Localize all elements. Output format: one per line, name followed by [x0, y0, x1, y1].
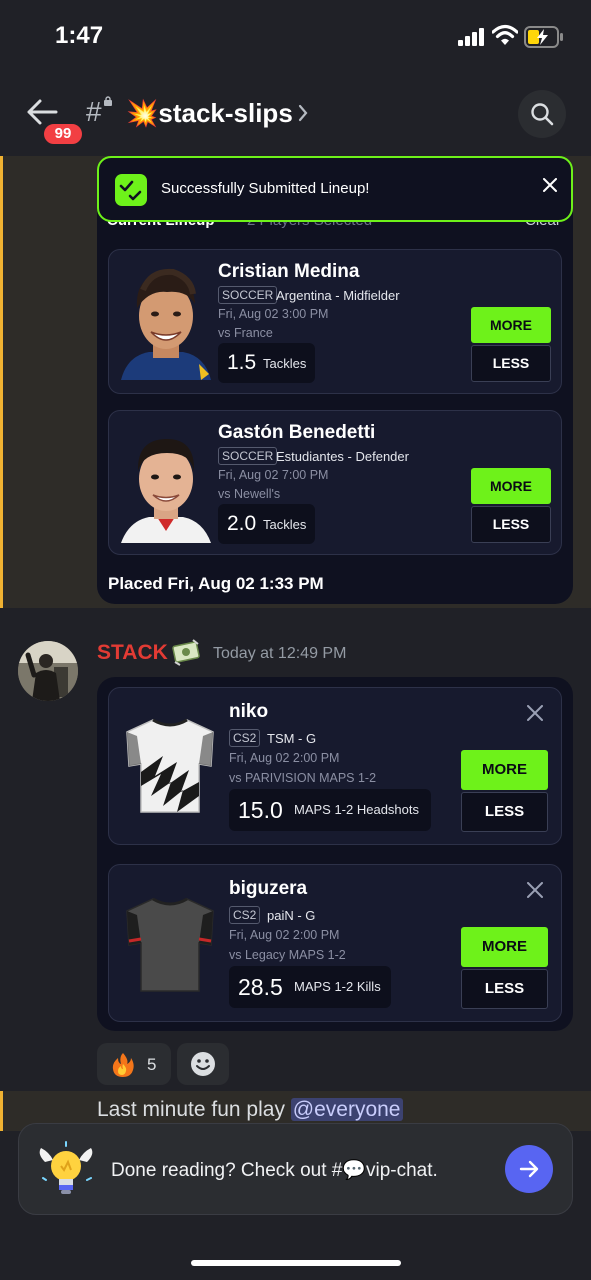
channel-name[interactable]: 💥stack-slips	[126, 98, 293, 129]
lightbulb-icon	[39, 1141, 93, 1194]
sport-tag: CS2	[229, 906, 261, 924]
checklist-icon	[115, 174, 147, 206]
game-datetime: Fri, Aug 02 3:00 PM	[218, 307, 329, 321]
player-team: Estudiantes - Defender	[276, 449, 409, 464]
message-timestamp: Today at 12:49 PM	[213, 645, 347, 662]
stat-value: 2.0	[227, 512, 257, 535]
everyone-mention[interactable]: @everyone	[290, 1098, 403, 1121]
unread-count-badge: 99	[41, 121, 85, 147]
fire-icon	[112, 1053, 134, 1077]
sport-tag: SOCCER	[218, 286, 278, 304]
opponent: vs Legacy MAPS 1-2	[229, 948, 346, 962]
player-team: TSM - G	[267, 731, 317, 746]
opponent: vs France	[218, 326, 273, 340]
stat-label: MAPS 1-2 Kills	[294, 979, 381, 994]
game-datetime: Fri, Aug 02 7:00 PM	[218, 468, 329, 482]
sport-tag: CS2	[229, 729, 261, 747]
less-button[interactable]: LESS	[471, 506, 551, 543]
success-toast: Successfully Submitted Lineup!	[97, 156, 573, 222]
more-button[interactable]: MORE	[461, 927, 548, 967]
less-button[interactable]: LESS	[471, 345, 551, 382]
stat-value: 28.5	[238, 974, 283, 1000]
stat-line: 2.0 Tackles	[218, 504, 315, 544]
placed-timestamp: Placed Fri, Aug 02 1:33 PM	[108, 574, 324, 593]
lineup-card: Current Lineup 2 Players Selected Clear …	[97, 156, 573, 604]
player-card: Cristian Medina SOCCER Argentina - Midfi…	[108, 249, 562, 394]
more-button[interactable]: MORE	[461, 750, 548, 790]
message-body: Last minute fun play	[97, 1098, 291, 1121]
avatar[interactable]	[18, 641, 78, 701]
search-button[interactable]	[518, 90, 566, 138]
status-bar: 1:47	[0, 0, 591, 70]
stat-label: Tackles	[263, 517, 307, 532]
opponent: vs Newell's	[218, 487, 281, 501]
player-name: Gastón Benedetti	[218, 422, 376, 443]
less-button[interactable]: LESS	[461, 792, 548, 832]
player-name: biguzera	[229, 878, 308, 899]
close-icon[interactable]	[527, 882, 543, 898]
jersey-icon	[126, 897, 214, 992]
player-team: Argentina - Midfielder	[276, 288, 400, 303]
search-icon	[531, 103, 554, 126]
more-button[interactable]: MORE	[471, 468, 551, 504]
money-bag-icon	[172, 639, 200, 666]
stat-line: 1.5 Tackles	[218, 343, 315, 383]
wifi-icon	[492, 24, 518, 45]
mention-highlight-bar	[0, 156, 3, 608]
stat-label: Tackles	[263, 356, 307, 371]
player-name: niko	[229, 701, 269, 722]
smiley-icon	[191, 1052, 215, 1076]
lock-icon	[104, 96, 112, 106]
text-channel-icon: #	[86, 96, 102, 127]
stat-label: MAPS 1-2 Headshots	[294, 802, 420, 817]
stat-value: 15.0	[238, 797, 283, 823]
player-team: paiN - G	[267, 908, 316, 923]
discord-app-screen: 1:47 99 # 💥stack-slips Cristian Medina S…	[0, 0, 591, 1280]
home-indicator[interactable]	[191, 1260, 401, 1266]
toast-message: Successfully Submitted Lineup!	[161, 180, 370, 197]
player-card: niko CS2 TSM - G Fri, Aug 02 2:00 PM vs …	[108, 687, 562, 845]
banner-text: Done reading? Check out #💬vip-chat.	[111, 1160, 438, 1181]
close-icon[interactable]	[543, 178, 557, 192]
player-card: Gastón Benedetti SOCCER Estudiantes - De…	[108, 410, 562, 555]
message-author[interactable]: STACK	[97, 641, 168, 665]
player-card: biguzera CS2 paiN - G Fri, Aug 02 2:00 P…	[108, 864, 562, 1022]
add-reaction-button[interactable]	[177, 1043, 229, 1085]
player-headshot	[121, 268, 211, 380]
sport-tag: SOCCER	[218, 447, 278, 465]
lineup-card: niko CS2 TSM - G Fri, Aug 02 2:00 PM vs …	[97, 677, 573, 1031]
arrow-right-icon	[519, 1160, 539, 1178]
reaction-fire[interactable]: 5	[97, 1043, 171, 1085]
close-icon[interactable]	[527, 705, 543, 721]
channel-header: 99 # 💥stack-slips	[0, 72, 591, 156]
chevron-right-icon[interactable]	[298, 104, 308, 122]
jump-to-channel-button[interactable]	[505, 1145, 553, 1193]
jersey-icon	[126, 718, 214, 813]
battery-charging-icon	[524, 26, 563, 48]
done-reading-banner: Done reading? Check out #💬vip-chat.	[18, 1123, 573, 1215]
stat-line: 28.5 MAPS 1-2 Kills	[229, 966, 391, 1008]
reaction-count: 5	[147, 1055, 157, 1074]
status-time: 1:47	[55, 22, 104, 49]
mention-highlight-bar	[0, 1091, 3, 1131]
player-name: Cristian Medina	[218, 261, 360, 282]
stat-line: 15.0 MAPS 1-2 Headshots	[229, 789, 431, 831]
game-datetime: Fri, Aug 02 2:00 PM	[229, 928, 340, 942]
game-datetime: Fri, Aug 02 2:00 PM	[229, 751, 340, 765]
message-text: Last minute fun play @everyone	[97, 1098, 403, 1122]
less-button[interactable]: LESS	[461, 969, 548, 1009]
opponent: vs PARIVISION MAPS 1-2	[229, 771, 377, 785]
cellular-signal-icon	[458, 28, 484, 46]
more-button[interactable]: MORE	[471, 307, 551, 343]
player-headshot	[121, 439, 211, 543]
stat-value: 1.5	[227, 351, 257, 374]
